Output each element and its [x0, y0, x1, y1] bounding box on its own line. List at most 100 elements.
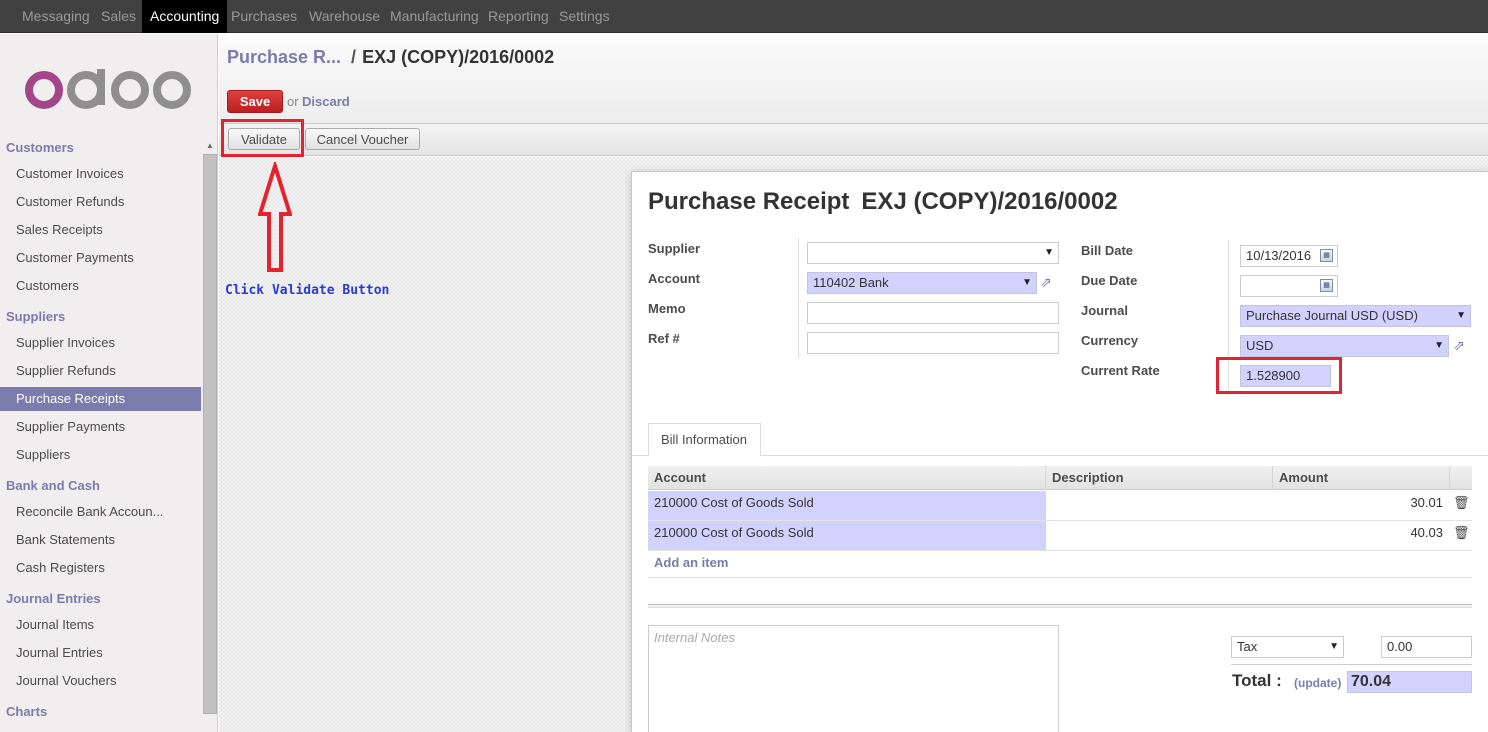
- sidebar-item-purchase-receipts[interactable]: Purchase Receipts: [0, 387, 201, 411]
- column-account[interactable]: Account: [648, 466, 1046, 490]
- sidebar-item-cash-registers[interactable]: Cash Registers: [0, 556, 201, 580]
- sidebar-scrollbar[interactable]: [203, 154, 217, 714]
- sidebar-section-journal-entries: Journal Entries: [6, 591, 101, 606]
- trash-icon[interactable]: 🗑: [1453, 495, 1470, 511]
- sidebar-item-journal-entries[interactable]: Journal Entries: [0, 641, 201, 665]
- form-title: Purchase Receipt EXJ (COPY)/2016/0002: [648, 188, 1118, 216]
- currency-value: USD: [1246, 338, 1274, 353]
- current-rate-label: Current Rate: [1081, 363, 1160, 378]
- currency-label: Currency: [1081, 333, 1139, 348]
- sidebar-item-customer-payments[interactable]: Customer Payments: [0, 246, 201, 270]
- tax-select[interactable]: Tax ▼: [1231, 636, 1344, 658]
- validate-highlight-box: [221, 119, 304, 157]
- calendar-icon[interactable]: ▦: [1320, 279, 1333, 292]
- sidebar-item-journal-items[interactable]: Journal Items: [0, 613, 201, 637]
- internal-notes-textarea[interactable]: Internal Notes: [648, 625, 1059, 732]
- memo-input[interactable]: [807, 302, 1059, 324]
- ref-input[interactable]: [807, 332, 1059, 354]
- form-sheet: Purchase Receipt EXJ (COPY)/2016/0002 Sup…: [631, 171, 1488, 732]
- sidebar: Customers Customer Invoices Customer Ref…: [0, 34, 218, 732]
- annotation-text: Click Validate Button: [225, 283, 390, 298]
- sidebar-section-customers: Customers: [6, 140, 74, 155]
- sidebar-section-charts: Charts: [6, 704, 48, 719]
- total-label: Total :: [1232, 671, 1282, 690]
- ref-label: Ref #: [648, 331, 680, 346]
- tax-amount-input[interactable]: 0.00: [1381, 636, 1472, 658]
- external-link-icon[interactable]: ⇗: [1453, 337, 1465, 354]
- odoo-logo[interactable]: [24, 63, 194, 111]
- row-account[interactable]: 210000 Cost of Goods Sold: [648, 521, 1046, 550]
- menu-warehouse[interactable]: Warehouse: [301, 0, 388, 33]
- sidebar-section-bank-and-cash: Bank and Cash: [6, 478, 100, 493]
- scroll-up-icon[interactable]: ▲: [203, 140, 217, 152]
- discard-link[interactable]: Discard: [302, 94, 350, 109]
- sidebar-item-customer-invoices[interactable]: Customer Invoices: [0, 162, 201, 186]
- column-amount[interactable]: Amount: [1273, 466, 1450, 490]
- due-date-label: Due Date: [1081, 273, 1138, 288]
- sidebar-item-supplier-refunds[interactable]: Supplier Refunds: [0, 359, 201, 383]
- menu-purchases[interactable]: Purchases: [223, 0, 305, 33]
- breadcrumb: Purchase R... / EXJ (COPY)/2016/0002: [227, 47, 554, 68]
- trash-icon[interactable]: 🗑: [1453, 525, 1470, 541]
- row-amount[interactable]: 40.03: [1288, 521, 1443, 550]
- form-title-label: Purchase Receipt: [648, 188, 850, 215]
- section-separator: [648, 604, 1472, 608]
- arrow-up-annotation: [258, 162, 292, 272]
- row-account[interactable]: 210000 Cost of Goods Sold: [648, 491, 1046, 520]
- row-amount[interactable]: 30.01: [1288, 491, 1443, 520]
- currency-select[interactable]: USD ▼: [1240, 335, 1449, 357]
- breadcrumb-separator: /: [351, 47, 357, 67]
- update-link[interactable]: (update): [1294, 676, 1341, 690]
- bill-date-value: 10/13/2016: [1246, 248, 1312, 263]
- breadcrumb-parent[interactable]: Purchase R...: [227, 47, 341, 67]
- cancel-voucher-button[interactable]: Cancel Voucher: [305, 128, 420, 150]
- journal-value: Purchase Journal USD (USD): [1246, 308, 1418, 323]
- sidebar-item-suppliers[interactable]: Suppliers: [0, 443, 201, 467]
- statusbar-toolbar: Validate Cancel Voucher: [219, 124, 1488, 156]
- account-value: 110402 Bank: [813, 275, 889, 290]
- menu-manufacturing[interactable]: Manufacturing: [382, 0, 487, 33]
- sidebar-item-sales-receipts[interactable]: Sales Receipts: [0, 218, 201, 242]
- supplier-select[interactable]: ▼: [807, 242, 1059, 264]
- sidebar-item-bank-statements[interactable]: Bank Statements: [0, 528, 201, 552]
- calendar-icon[interactable]: ▦: [1320, 249, 1333, 262]
- menu-reporting[interactable]: Reporting: [480, 0, 557, 33]
- journal-label: Journal: [1081, 303, 1128, 318]
- total-amount: 70.04: [1347, 671, 1472, 693]
- odoo-logo-graphic: [25, 63, 191, 109]
- journal-select[interactable]: Purchase Journal USD (USD) ▼: [1240, 305, 1471, 327]
- tax-value-label: Tax: [1237, 639, 1258, 654]
- breadcrumb-current: EXJ (COPY)/2016/0002: [362, 47, 555, 67]
- save-button[interactable]: Save: [227, 90, 283, 113]
- external-link-icon[interactable]: ⇗: [1040, 274, 1052, 291]
- chevron-down-icon: ▼: [1434, 340, 1444, 351]
- table-row[interactable]: 210000 Cost of Goods Sold 30.01 🗑: [648, 491, 1472, 521]
- left-divider: [798, 238, 799, 358]
- sidebar-item-supplier-invoices[interactable]: Supplier Invoices: [0, 331, 201, 355]
- bill-date-input[interactable]: 10/13/2016 ▦: [1240, 245, 1338, 267]
- bill-date-label: Bill Date: [1081, 243, 1134, 258]
- menu-settings[interactable]: Settings: [551, 0, 618, 33]
- due-date-input[interactable]: ▦: [1240, 275, 1338, 297]
- sidebar-item-journal-vouchers[interactable]: Journal Vouchers: [0, 669, 201, 693]
- supplier-label: Supplier: [648, 241, 701, 256]
- sidebar-item-reconcile-bank-accounts[interactable]: Reconcile Bank Accoun...: [0, 500, 201, 524]
- table-row[interactable]: 210000 Cost of Goods Sold 40.03 🗑: [648, 521, 1472, 551]
- tab-bill-information[interactable]: Bill Information: [648, 423, 761, 456]
- lines-table-header: Account Description Amount: [648, 466, 1472, 490]
- top-menu-bar: Messaging Sales Accounting Purchases War…: [0, 0, 1488, 33]
- sidebar-item-customer-refunds[interactable]: Customer Refunds: [0, 190, 201, 214]
- column-description[interactable]: Description: [1046, 466, 1273, 490]
- sidebar-section-suppliers: Suppliers: [6, 309, 66, 324]
- menu-accounting[interactable]: Accounting: [142, 0, 228, 33]
- sidebar-item-supplier-payments[interactable]: Supplier Payments: [0, 415, 201, 439]
- chevron-down-icon: ▼: [1456, 310, 1466, 321]
- sidebar-item-customers[interactable]: Customers: [0, 274, 201, 298]
- account-select[interactable]: 110402 Bank ▼: [807, 272, 1037, 294]
- menu-messaging[interactable]: Messaging: [14, 0, 98, 33]
- add-an-item-link[interactable]: Add an item: [654, 555, 728, 570]
- chevron-down-icon: ▼: [1329, 641, 1339, 652]
- chevron-down-icon: ▼: [1022, 277, 1032, 288]
- table-bottom-line: [648, 577, 1472, 578]
- menu-sales[interactable]: Sales: [93, 0, 144, 33]
